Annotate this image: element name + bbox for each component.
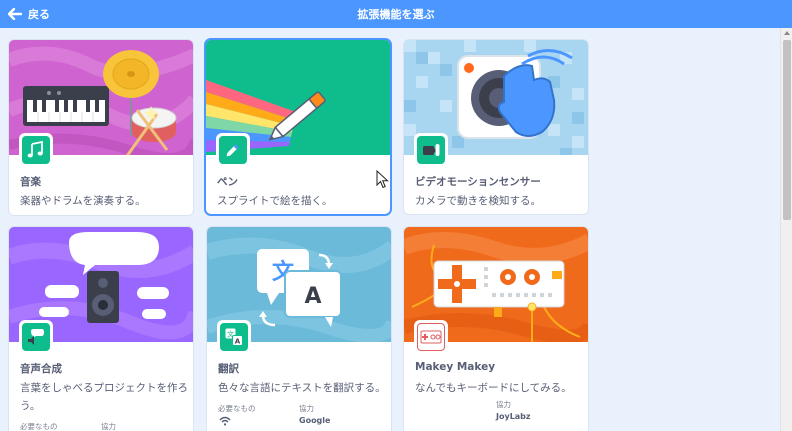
svg-text:A: A xyxy=(235,338,241,346)
extension-description: なんでもキーボードにしてみる。 xyxy=(415,382,572,394)
page-title: 拡張機能を選ぶ xyxy=(357,8,435,21)
translate-badge: 文A xyxy=(217,320,251,354)
extension-title: 音楽 xyxy=(20,176,41,188)
extension-description: 色々な言語にテキストを翻訳する。 xyxy=(218,382,386,394)
extension-title: 音声合成 xyxy=(20,363,62,375)
extension-grid: 音楽 楽器やドラムを演奏する。 ペン スプライトで絵を描く。 ビデオモーションセ… xyxy=(0,28,780,431)
pen-badge xyxy=(216,133,250,167)
pen-icon xyxy=(226,144,239,157)
music-notes-icon xyxy=(27,140,43,158)
collaborator-name: JoyLabz xyxy=(496,412,531,421)
extension-title: ビデオモーションセンサー xyxy=(415,176,541,188)
extension-title: 翻訳 xyxy=(218,363,239,375)
video-sensing-badge xyxy=(414,133,448,167)
text-to-speech-badge xyxy=(19,320,53,354)
extension-card-video-sensing[interactable]: ビデオモーションセンサー カメラで動きを検知する。 xyxy=(403,39,589,215)
extension-title: Makey Makey xyxy=(415,361,496,373)
collaborator-label: 協力 xyxy=(299,404,314,413)
translate-icon: 文A xyxy=(225,328,243,346)
extension-card-music[interactable]: 音楽 楽器やドラムを演奏する。 xyxy=(8,39,194,216)
svg-text:A: A xyxy=(304,284,321,309)
scroll-up-arrow-icon[interactable] xyxy=(784,31,790,35)
extension-card-text-to-speech[interactable]: 音声合成 言葉をしゃべるプロジェクトを作ろう。 必要なもの 協力 xyxy=(8,226,194,431)
mouse-cursor-icon xyxy=(376,170,389,189)
scrollbar-thumb[interactable] xyxy=(783,40,791,220)
collaborator-name: Google xyxy=(299,416,331,425)
extension-description: カメラで動きを検知する。 xyxy=(415,195,541,207)
wifi-icon xyxy=(219,416,231,426)
collaborator-label: 協力 xyxy=(496,400,511,409)
extension-description: 楽器やドラムを演奏する。 xyxy=(20,195,146,207)
collaborator-label: 協力 xyxy=(101,422,116,431)
extension-title: ペン xyxy=(217,176,238,188)
extension-card-pen[interactable]: ペン スプライトで絵を描く。 xyxy=(205,39,391,215)
makey-makey-icon xyxy=(420,330,442,344)
speech-icon xyxy=(28,329,44,345)
scrollbar[interactable] xyxy=(780,28,792,431)
video-camera-icon xyxy=(423,144,440,156)
extension-card-translate[interactable]: 文 A 文A 翻訳 色々な言語にテキストを翻訳する。 必要なもの 協力 Goog… xyxy=(206,226,392,431)
makey-makey-badge xyxy=(414,320,448,354)
requires-label: 必要なもの xyxy=(20,422,58,431)
extension-description: スプライトで絵を描く。 xyxy=(217,195,333,207)
music-badge xyxy=(19,133,53,167)
extension-card-makey-makey[interactable]: Makey Makey なんでもキーボードにしてみる。 協力 JoyLabz xyxy=(403,226,589,431)
extension-description: 言葉をしゃべるプロジェクトを作ろう。 xyxy=(20,382,188,412)
header-bar: 戻る 拡張機能を選ぶ xyxy=(0,0,792,28)
requires-label: 必要なもの xyxy=(218,404,256,413)
